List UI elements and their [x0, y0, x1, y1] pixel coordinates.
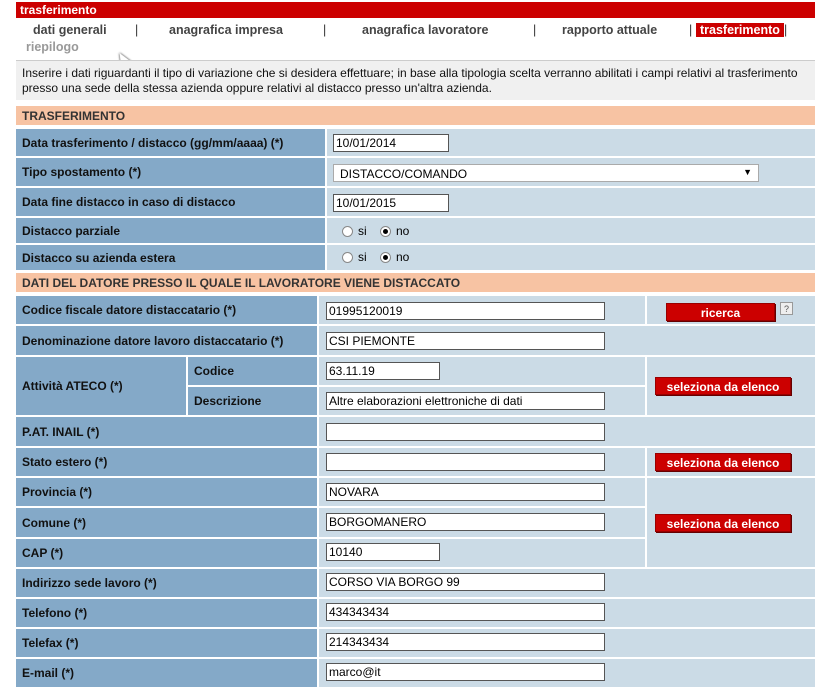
radio-selected-icon — [380, 225, 391, 237]
comune-label: Comune (*) — [16, 508, 317, 537]
data-trasferimento-input[interactable]: 10/01/2014 — [333, 134, 449, 152]
radio-label: si — [358, 224, 367, 238]
codice-ateco-label: Codice — [188, 357, 317, 385]
tab-anagrafica-impresa[interactable]: anagrafica impresa — [169, 23, 283, 37]
denominazione-input[interactable]: CSI PIEMONTE — [326, 332, 605, 350]
radio-icon — [342, 225, 353, 237]
tab-dati-generali[interactable]: dati generali — [33, 23, 107, 37]
seleziona-stato-button[interactable]: seleziona da elenco — [655, 453, 791, 471]
indirizzo-label: Indirizzo sede lavoro (*) — [16, 569, 317, 597]
descrizione-ateco-label: Descrizione — [188, 387, 317, 415]
stato-estero-label: Stato estero (*) — [16, 448, 317, 476]
tab-bar: dati generali | anagrafica impresa | ana… — [16, 20, 815, 56]
radio-icon — [342, 251, 353, 263]
cap-label: CAP (*) — [16, 539, 317, 567]
telefono-label: Telefono (*) — [16, 599, 317, 627]
provincia-label: Provincia (*) — [16, 478, 317, 506]
tab-anagrafica-lavoratore[interactable]: anagrafica lavoratore — [362, 23, 488, 37]
stato-estero-input[interactable] — [326, 453, 605, 471]
data-fine-input[interactable]: 10/01/2015 — [333, 194, 449, 212]
distacco-estera-si[interactable]: si — [342, 250, 367, 264]
email-input[interactable]: marco@it — [326, 663, 605, 681]
radio-label: no — [396, 250, 410, 264]
pat-inail-input[interactable] — [326, 423, 605, 441]
help-icon[interactable]: ? — [780, 302, 793, 315]
ricerca-button[interactable]: ricerca — [666, 303, 775, 321]
tab-separator: | — [323, 23, 327, 37]
chevron-down-icon: ▼ — [743, 167, 752, 177]
section-trasferimento-header: TRASFERIMENTO — [16, 105, 815, 125]
tipo-spostamento-label: Tipo spostamento (*) — [16, 158, 325, 186]
distacco-parziale-no[interactable]: no — [380, 224, 409, 238]
distacco-parziale-si[interactable]: si — [342, 224, 367, 238]
comune-input[interactable]: BORGOMANERO — [326, 513, 605, 531]
radio-label: no — [396, 224, 410, 238]
codice-ateco-input[interactable]: 63.11.19 — [326, 362, 440, 380]
tab-separator: | — [533, 23, 537, 37]
ateco-label: Attività ATECO (*) — [16, 357, 186, 415]
data-trasferimento-label: Data trasferimento / distacco (gg/mm/aaa… — [16, 129, 325, 156]
provincia-input[interactable]: NOVARA — [326, 483, 605, 501]
data-fine-label: Data fine distacco in caso di distacco — [16, 188, 325, 216]
tab-separator: | — [689, 23, 693, 37]
seleziona-ateco-button[interactable]: seleziona da elenco — [655, 377, 791, 395]
tab-separator: | — [135, 23, 139, 37]
tipo-spostamento-select[interactable]: DISTACCO/COMANDO ▼ — [333, 164, 759, 182]
descrizione-ateco-input[interactable]: Altre elaborazioni elettroniche di dati — [326, 392, 605, 410]
pat-inail-label: P.AT. INAIL (*) — [16, 417, 317, 446]
tab-riepilogo[interactable]: riepilogo — [26, 40, 79, 54]
distacco-parziale-label: Distacco parziale — [16, 218, 325, 243]
email-label: E-mail (*) — [16, 659, 317, 687]
radio-label: si — [358, 250, 367, 264]
tab-rapporto-attuale[interactable]: rapporto attuale — [562, 23, 657, 37]
denominazione-label: Denominazione datore lavoro distaccatari… — [16, 326, 317, 355]
indirizzo-input[interactable]: CORSO VIA BORGO 99 — [326, 573, 605, 591]
tipo-spostamento-value: DISTACCO/COMANDO — [340, 167, 468, 181]
tab-separator: | — [784, 23, 788, 37]
radio-selected-icon — [380, 251, 391, 263]
page-title: trasferimento — [16, 2, 815, 18]
telefax-label: Telefax (*) — [16, 629, 317, 657]
section-datore-header: DATI DEL DATORE PRESSO IL QUALE IL LAVOR… — [16, 272, 815, 292]
telefax-input[interactable]: 214343434 — [326, 633, 605, 651]
telefono-input[interactable]: 434343434 — [326, 603, 605, 621]
cap-input[interactable]: 10140 — [326, 543, 440, 561]
codice-fiscale-label: Codice fiscale datore distaccatario (*) — [16, 296, 317, 324]
distacco-estera-label: Distacco su azienda estera — [16, 245, 325, 270]
seleziona-comune-button[interactable]: seleziona da elenco — [655, 514, 791, 532]
info-text: Inserire i dati riguardanti il tipo di v… — [16, 60, 815, 100]
tab-trasferimento[interactable]: trasferimento — [696, 23, 784, 37]
distacco-estera-no[interactable]: no — [380, 250, 409, 264]
codice-fiscale-input[interactable]: 01995120019 — [326, 302, 605, 320]
